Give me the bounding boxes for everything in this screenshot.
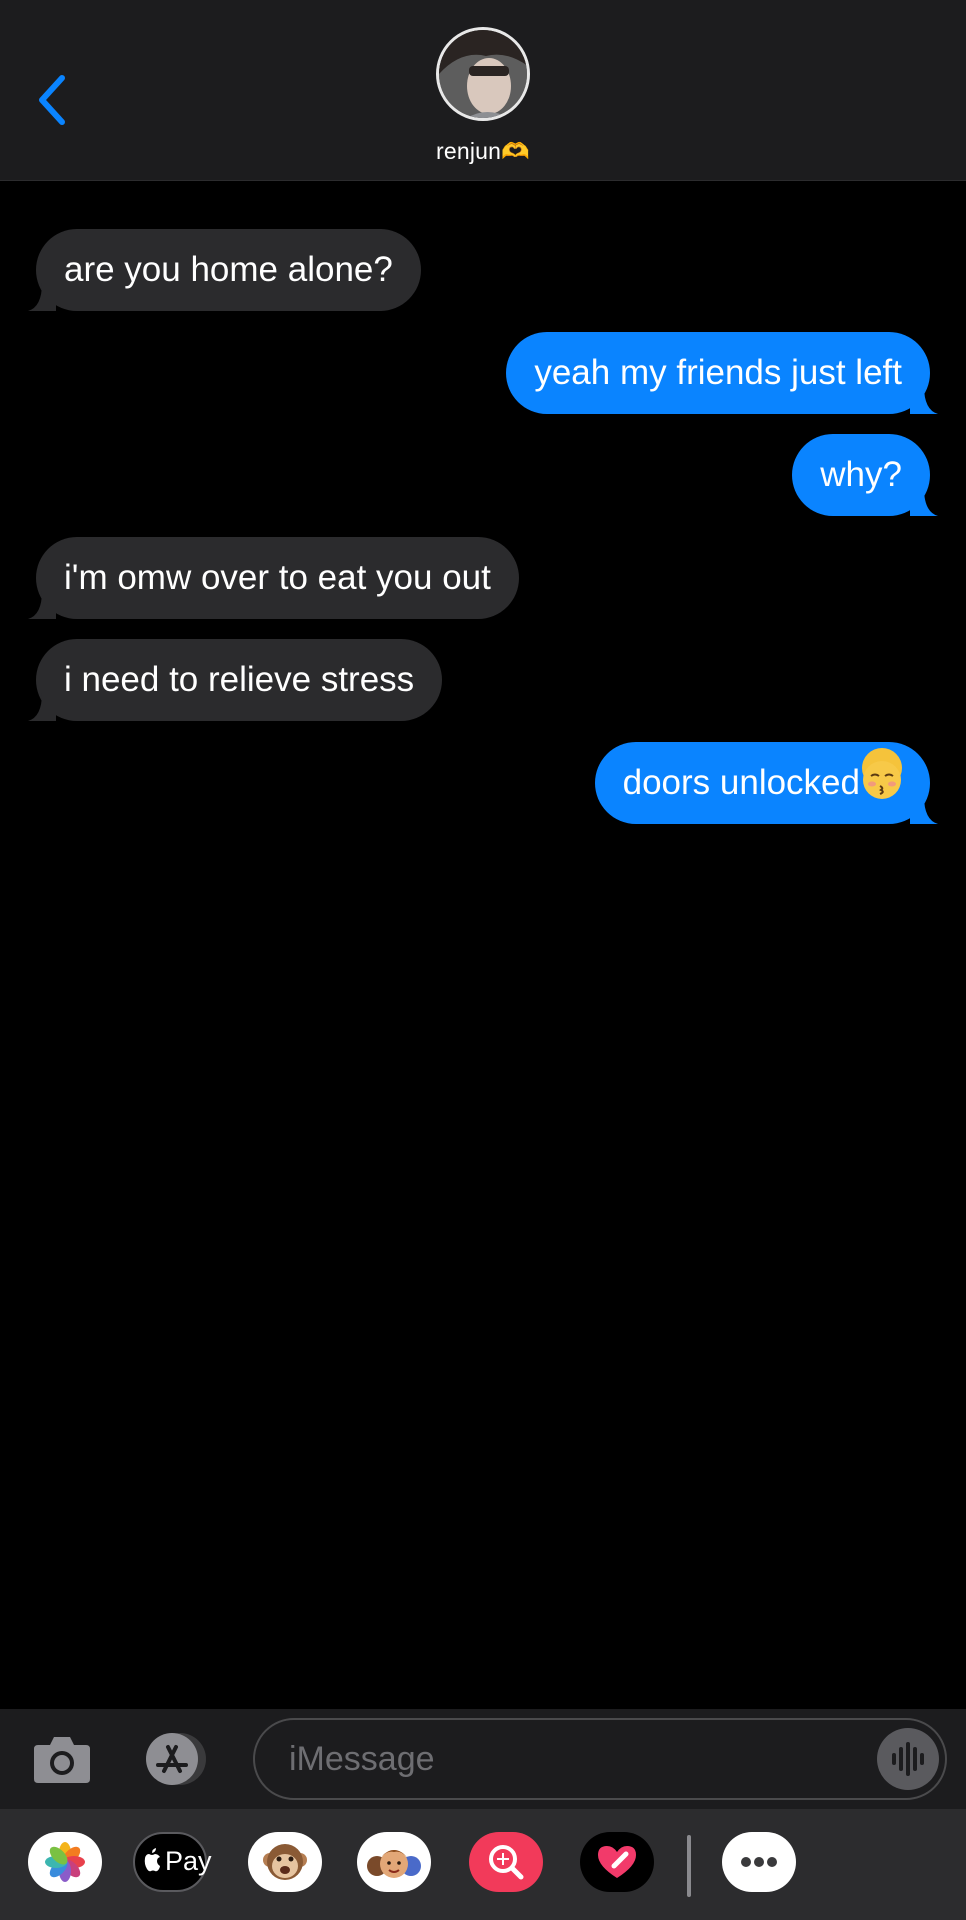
contact-avatar[interactable] — [436, 27, 530, 121]
contact-name[interactable]: renjun🫶 — [0, 138, 966, 165]
bubble-tail-icon — [28, 693, 56, 721]
bubble-tail-icon — [910, 796, 938, 824]
digital-touch-icon[interactable] — [580, 1832, 654, 1892]
animoji-icon[interactable] — [248, 1832, 322, 1892]
outgoing-message[interactable]: doors unlocked — [594, 742, 938, 824]
message-text: yeah my friends just left — [534, 353, 902, 392]
bubble-tail-icon — [910, 386, 938, 414]
message-text: doors unlocked — [622, 763, 860, 802]
incoming-message[interactable]: i need to relieve stress — [28, 639, 443, 721]
app-drawer: Pay — [0, 1809, 966, 1920]
camera-icon[interactable] — [32, 1731, 92, 1787]
message-input[interactable]: iMessage — [253, 1718, 947, 1800]
drawer-divider — [687, 1835, 691, 1897]
voice-waveform-icon[interactable] — [877, 1728, 939, 1790]
apple-pay-icon[interactable]: Pay — [133, 1832, 212, 1892]
more-apps-icon[interactable] — [722, 1832, 796, 1892]
incoming-message[interactable]: i'm omw over to eat you out — [28, 537, 519, 619]
kissing-face-emoji-icon — [862, 748, 902, 799]
photos-app-icon[interactable] — [28, 1832, 102, 1892]
message-text: i'm omw over to eat you out — [64, 558, 491, 597]
bubble-tail-icon — [28, 591, 56, 619]
message-input-placeholder: iMessage — [289, 1740, 435, 1778]
message-thread: are you home alone? yeah my friends just… — [0, 181, 966, 1709]
message-text: are you home alone? — [64, 250, 393, 289]
message-text: why? — [820, 455, 902, 494]
apple-pay-label: Pay — [165, 1846, 212, 1876]
compose-bar: iMessage — [0, 1709, 966, 1809]
bubble-tail-icon — [910, 488, 938, 516]
app-store-icon[interactable] — [140, 1731, 214, 1787]
image-search-icon[interactable] — [469, 1832, 543, 1892]
memoji-icon[interactable] — [357, 1832, 431, 1892]
message-text: i need to relieve stress — [64, 660, 415, 699]
conversation-header: renjun🫶 — [0, 0, 966, 181]
bubble-tail-icon — [28, 283, 56, 311]
outgoing-message[interactable]: why? — [792, 434, 938, 516]
incoming-message[interactable]: are you home alone? — [28, 229, 421, 311]
back-chevron-icon[interactable] — [34, 72, 74, 128]
outgoing-message[interactable]: yeah my friends just left — [506, 332, 938, 414]
